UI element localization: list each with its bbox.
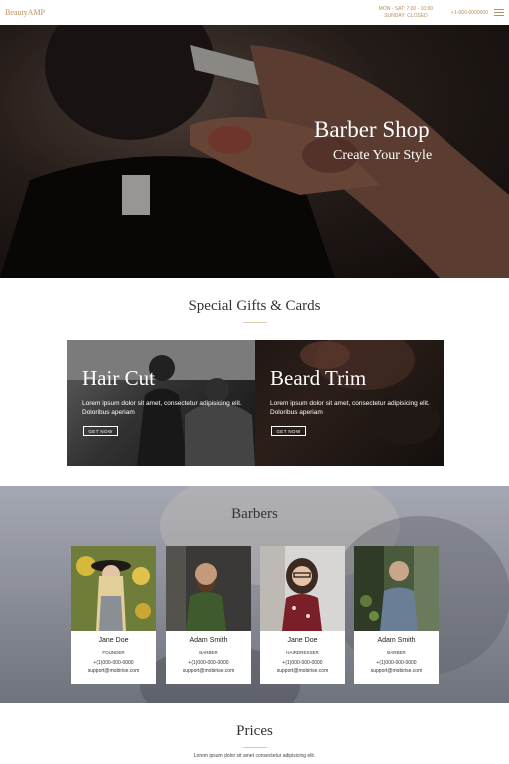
brand-logo[interactable]: BeautyAMP bbox=[5, 8, 45, 17]
hero-subtitle: Create Your Style bbox=[333, 148, 433, 163]
nav-phone[interactable]: +1-000-0000000 bbox=[451, 10, 488, 16]
haircut-card-title: Hair Cut bbox=[82, 366, 155, 390]
team-member-card: Adam Smith BARBER +(1)000-000-0000 suppo… bbox=[354, 546, 439, 684]
beard-trim-card-text: Lorem ipsum dolor sit amet, consectetur … bbox=[270, 400, 430, 416]
member-name: Adam Smith bbox=[377, 637, 416, 644]
member-photo bbox=[354, 546, 439, 631]
member-photo bbox=[260, 546, 345, 631]
prices-section-title: Prices bbox=[236, 723, 273, 739]
gift-card-haircut: Hair Cut Lorem ipsum dolor sit amet, con… bbox=[67, 340, 255, 466]
barbers-section-title: Barbers bbox=[231, 506, 278, 522]
hero-barber-photo bbox=[0, 25, 509, 278]
member-email[interactable]: support@mobirise.com bbox=[354, 668, 439, 674]
haircut-card-text: Lorem ipsum dolor sit amet, consectetur … bbox=[82, 400, 242, 416]
gifts-section-title: Special Gifts & Cards bbox=[188, 298, 321, 314]
hamburger-menu-icon[interactable] bbox=[494, 9, 504, 16]
nav-right: MON - SAT: 7:00 - 10:00 SUNDAY: CLOSED +… bbox=[379, 6, 504, 20]
opening-hours: MON - SAT: 7:00 - 10:00 SUNDAY: CLOSED bbox=[379, 6, 433, 20]
member-email[interactable]: support@mobirise.com bbox=[166, 668, 251, 674]
member-name: Adam Smith bbox=[189, 637, 228, 644]
gift-card-beard-trim: Beard Trim Lorem ipsum dolor sit amet, c… bbox=[255, 340, 444, 466]
member-phone[interactable]: +(1)000-000-0000 bbox=[71, 660, 156, 666]
prices-title-divider bbox=[243, 747, 267, 748]
member-phone[interactable]: +(1)000-000-0000 bbox=[354, 660, 439, 666]
navbar: BeautyAMP MON - SAT: 7:00 - 10:00 SUNDAY… bbox=[0, 0, 509, 25]
member-role: BARBER bbox=[387, 650, 406, 655]
haircut-get-now-button[interactable]: GET NOW bbox=[83, 426, 118, 436]
gifts-title-divider bbox=[243, 322, 267, 323]
member-phone[interactable]: +(1)000-000-0000 bbox=[260, 660, 345, 666]
team-member-card: Jane Doe FOUNDER +(1)000-000-0000 suppor… bbox=[71, 546, 156, 684]
prices-subtitle: Lorem ipsum dolor sit amet consectetur a… bbox=[193, 753, 316, 759]
member-phone[interactable]: +(1)000-000-0000 bbox=[166, 660, 251, 666]
member-role: BARBER bbox=[199, 650, 218, 655]
hero-section: Barber Shop Create Your Style bbox=[0, 25, 509, 278]
member-email[interactable]: support@mobirise.com bbox=[71, 668, 156, 674]
member-name: Jane Doe bbox=[287, 637, 318, 644]
member-photo bbox=[166, 546, 251, 631]
member-role: FOUNDER bbox=[102, 650, 125, 655]
member-role: HAIRDRESSER bbox=[286, 650, 319, 655]
hours-weekdays: MON - SAT: 7:00 - 10:00 bbox=[378, 5, 434, 12]
member-photo bbox=[71, 546, 156, 631]
hero-title: Barber Shop bbox=[314, 117, 430, 142]
team-member-card: Adam Smith BARBER +(1)000-000-0000 suppo… bbox=[166, 546, 251, 684]
beard-trim-get-now-button[interactable]: GET NOW bbox=[271, 426, 306, 436]
hours-sunday: SUNDAY: CLOSED bbox=[384, 12, 428, 19]
member-email[interactable]: support@mobirise.com bbox=[260, 668, 345, 674]
beard-trim-card-title: Beard Trim bbox=[270, 366, 367, 390]
member-name: Jane Doe bbox=[98, 637, 129, 644]
team-member-card: Jane Doe HAIRDRESSER +(1)000-000-0000 su… bbox=[260, 546, 345, 684]
